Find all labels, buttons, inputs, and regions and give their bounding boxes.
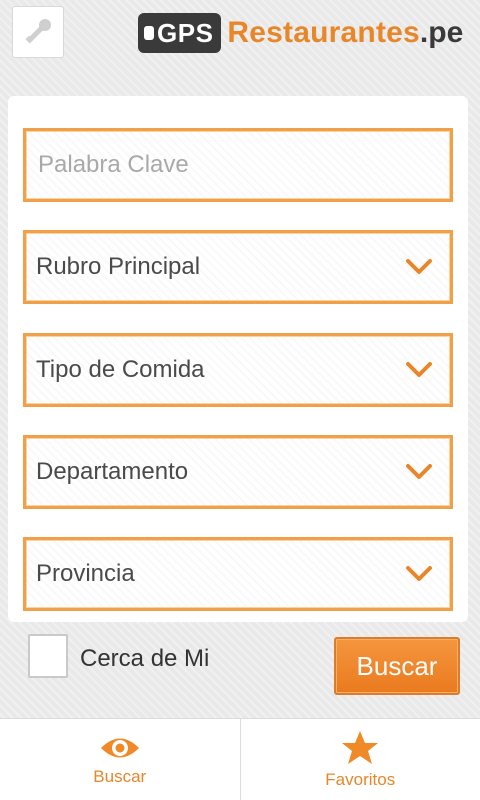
key-button[interactable]	[12, 6, 64, 58]
departamento-select-label: Departamento	[36, 458, 189, 485]
tipo-comida-select[interactable]: Tipo de Comida	[23, 333, 453, 407]
tab-favoritos-label: Favoritos	[325, 769, 396, 789]
keyword-field[interactable]	[23, 128, 453, 202]
search-form-panel: Rubro Principal Tipo de Comida Departame…	[8, 96, 468, 622]
cerca-de-mi-label: Cerca de Mi	[80, 645, 210, 672]
tipo-comida-select-label: Tipo de Comida	[36, 356, 205, 383]
rubro-select-label: Rubro Principal	[36, 253, 201, 280]
cerca-de-mi-checkbox[interactable]	[28, 634, 68, 678]
provincia-select[interactable]: Provincia	[23, 537, 453, 611]
eye-icon	[100, 738, 139, 757]
chevron-down-icon	[404, 457, 434, 487]
rubro-select[interactable]: Rubro Principal	[23, 230, 453, 304]
chevron-down-icon	[404, 252, 434, 282]
logo-gps-text: GPS	[157, 17, 214, 48]
tab-buscar-label: Buscar	[93, 766, 147, 786]
logo-tld: .pe	[419, 16, 464, 49]
departamento-select[interactable]: Departamento	[23, 435, 453, 509]
search-button[interactable]: Buscar	[334, 637, 460, 695]
logo-name: Restaurantes	[227, 16, 420, 49]
bottom-tab-bar: Buscar Favoritos	[0, 718, 480, 800]
chevron-down-icon	[404, 355, 434, 385]
app-header: GPS Restaurantes .pe	[0, 0, 480, 84]
app-logo: GPS Restaurantes .pe	[138, 12, 463, 54]
chevron-down-icon	[404, 559, 434, 589]
keyword-input[interactable]	[36, 151, 434, 179]
key-icon	[25, 19, 51, 44]
provincia-select-label: Provincia	[36, 560, 135, 587]
tab-favoritos[interactable]: Favoritos	[239, 719, 480, 800]
tab-buscar[interactable]: Buscar	[0, 719, 240, 800]
star-icon	[342, 730, 379, 764]
